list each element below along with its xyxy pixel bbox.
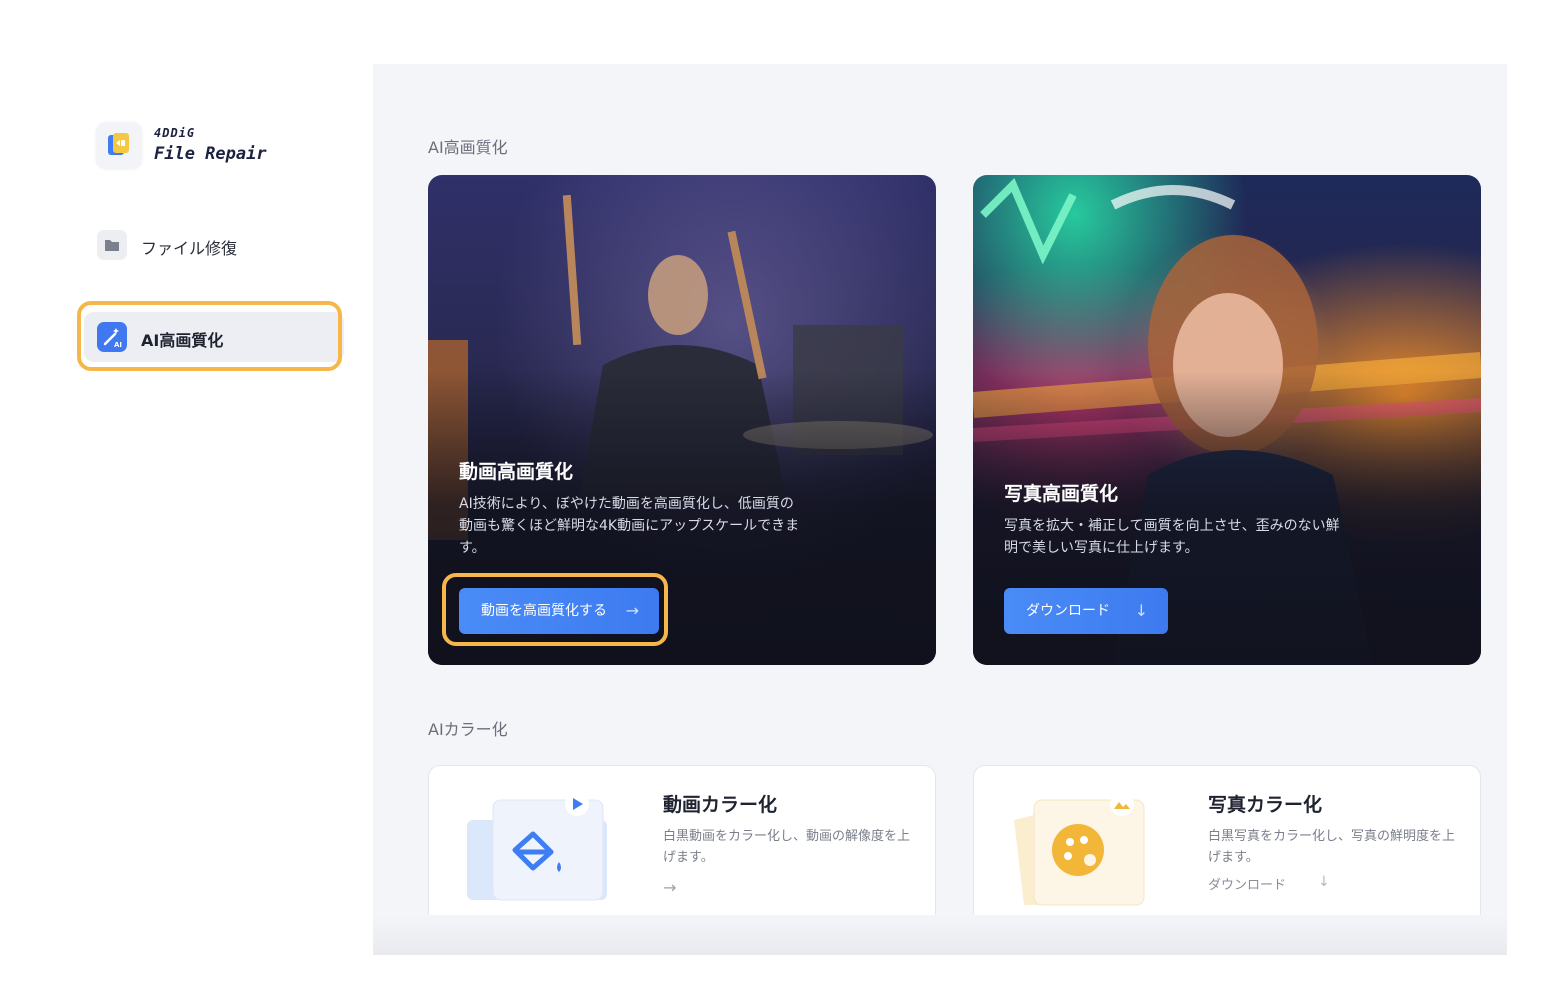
photo-enhance-card[interactable]: 写真高画質化 写真を拡大・補正して画質を向上させ、歪みのない鮮 明で美しい写真に… (973, 175, 1481, 665)
download-photo-button[interactable]: ダウンロード ↓ (1004, 588, 1168, 634)
app-window: 4DDiG File Repair ファイル修復 AI AI高画質化 AI高画質… (76, 50, 1507, 955)
sidebar-item-ai-enhance[interactable]: AI AI高画質化 (84, 312, 344, 362)
hero-video-desc: AI技術により、ぼやけた動画を高画質化し、低画質の 動画も驚くほど鮮明な4K動画… (459, 493, 799, 559)
sidebar-item-file-repair[interactable]: ファイル修復 (84, 220, 344, 270)
desc-line: 動画も驚くほど鮮明な4K動画にアップスケールできま (459, 518, 800, 534)
arrow-right-icon[interactable]: → (663, 878, 676, 897)
paint-bucket-illustration-icon (467, 792, 607, 901)
video-colorize-card[interactable]: 動画カラー化 白黒動画をカラー化し、動画の解像度を上げます。 → (428, 765, 936, 927)
arrow-right-icon: → (625, 601, 639, 620)
photo-colorize-card[interactable]: 写真カラー化 白黒写真をカラー化し、写真の鮮明度を上げます。 ダウンロード ↓ (973, 765, 1481, 927)
desc-line: 明で美しい写真に仕上げます。 (1004, 540, 1199, 556)
hero-video-title: 動画高画質化 (459, 461, 574, 483)
desc-line: 写真を拡大・補正して画質を向上させ、歪みのない鮮 (1004, 518, 1340, 534)
hero-photo-title: 写真高画質化 (1004, 483, 1119, 505)
desc-line: AI技術により、ぼやけた動画を高画質化し、低画質の (459, 496, 794, 512)
card-video-title: 動画カラー化 (663, 794, 778, 816)
download-link[interactable]: ダウンロード (1208, 874, 1286, 893)
section-title-enhance: AI高画質化 (428, 138, 508, 157)
section-title-colorize: AIカラー化 (428, 720, 508, 739)
hero-photo-desc: 写真を拡大・補正して画質を向上させ、歪みのない鮮 明で美しい写真に仕上げます。 (1004, 515, 1340, 559)
folder-icon (97, 230, 127, 260)
card-photo-title: 写真カラー化 (1208, 794, 1323, 816)
svg-text:AI: AI (114, 341, 122, 349)
arrow-down-icon: ↓ (1318, 874, 1330, 890)
app-brand: 4DDiG (154, 126, 196, 140)
main-content: AI高画質化 動画高画質化 AI技術により、ぼやけた動画を高画質化し、低画質の … (373, 64, 1507, 955)
card-photo-desc: 白黒写真をカラー化し、写真の鮮明度を上げます。 (1208, 829, 1456, 865)
desc-line: す。 (459, 540, 486, 556)
app-name: File Repair (154, 144, 267, 164)
sidebar: 4DDiG File Repair ファイル修復 AI AI高画質化 (76, 50, 373, 955)
button-label: ダウンロード (1026, 603, 1110, 619)
arrow-down-icon: ↓ (1134, 601, 1148, 620)
ai-wand-icon: AI (97, 322, 127, 352)
enhance-video-button[interactable]: 動画を高画質化する → (459, 588, 659, 634)
card-video-desc: 白黒動画をカラー化し、動画の解像度を上げます。 (663, 829, 911, 865)
sidebar-item-label: AI高画質化 (141, 331, 224, 350)
app-logo-icon (96, 122, 142, 168)
bottom-fade (373, 915, 1507, 955)
palette-illustration-icon (1014, 792, 1145, 906)
video-enhance-card[interactable]: 動画高画質化 AI技術により、ぼやけた動画を高画質化し、低画質の 動画も驚くほど… (428, 175, 936, 665)
button-label: 動画を高画質化する (481, 603, 607, 619)
sidebar-item-label: ファイル修復 (141, 239, 238, 258)
